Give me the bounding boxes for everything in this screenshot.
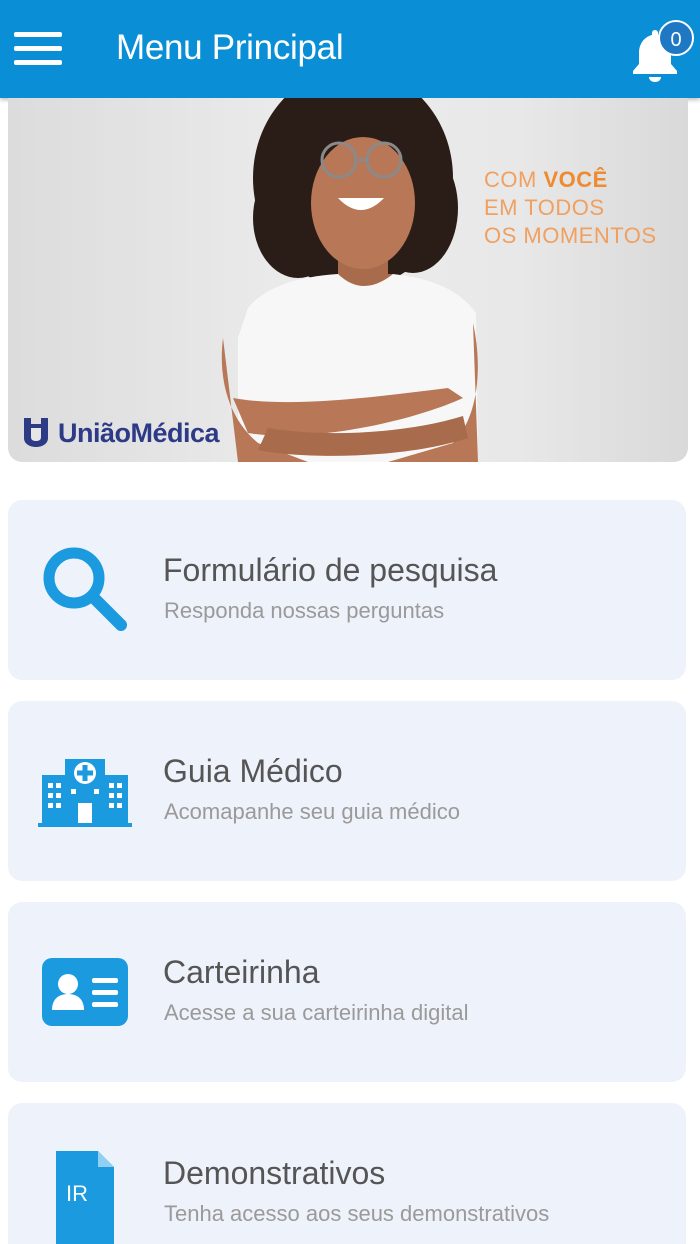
- ir-label: IR: [66, 1181, 88, 1206]
- app-bar: Menu Principal 0: [0, 0, 700, 98]
- card-subtitle: Acesse a sua carteirinha digital: [164, 1000, 469, 1025]
- card-title: Formulário de pesquisa: [163, 552, 498, 588]
- hospital-icon: [38, 759, 132, 827]
- notifications-button[interactable]: 0: [630, 20, 694, 82]
- menu-card-membership-card[interactable]: Carteirinha Acesse a sua carteirinha dig…: [8, 902, 686, 1082]
- menu-card-survey[interactable]: Formulário de pesquisa Responda nossas p…: [8, 500, 686, 680]
- search-icon: [43, 547, 127, 631]
- card-subtitle: Tenha acesso aos seus demonstrativos: [164, 1201, 550, 1226]
- page-title: Menu Principal: [116, 28, 344, 67]
- card-title: Carteirinha: [163, 954, 320, 990]
- promo-banner: COM VOCÊ EM TODOS OS MOMENTOS UniãoMédic…: [8, 98, 688, 462]
- card-subtitle: Acomapanhe seu guia médico: [164, 799, 460, 824]
- hamburger-menu-icon[interactable]: [14, 30, 62, 66]
- card-subtitle: Responda nossas perguntas: [164, 598, 445, 623]
- uniao-medica-logo: UniãoMédica: [22, 416, 220, 450]
- logo-shield-icon: [24, 418, 48, 447]
- ir-document-icon: IR: [52, 1147, 116, 1244]
- card-title: Guia Médico: [163, 753, 343, 789]
- menu-card-medical-guide[interactable]: Guia Médico Acomapanhe seu guia médico: [8, 701, 686, 881]
- card-title: Demonstrativos: [163, 1155, 386, 1191]
- notification-count-badge: 0: [658, 20, 694, 56]
- woman-photo-image: [221, 98, 478, 462]
- banner-slogan: COM VOCÊ EM TODOS OS MOMENTOS: [484, 167, 657, 248]
- id-card-icon: [42, 958, 128, 1026]
- menu-card-statements[interactable]: IR Demonstrativos Tenha acesso aos seus …: [8, 1103, 686, 1244]
